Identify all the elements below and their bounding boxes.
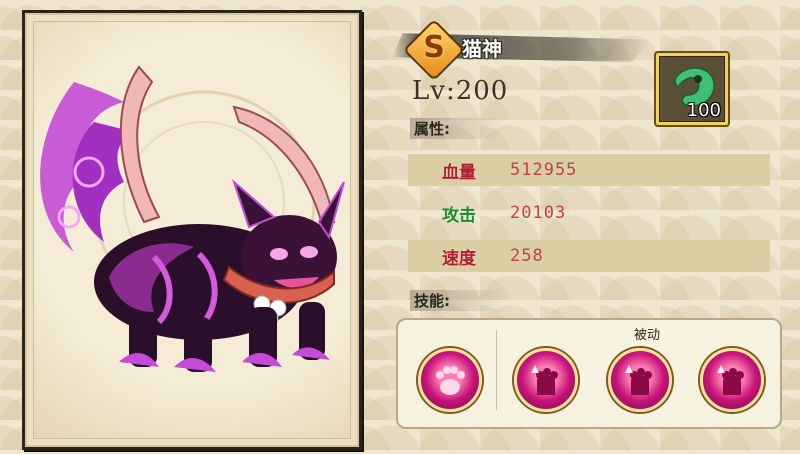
passive-skill-1-button[interactable] (514, 348, 578, 412)
paw-icon (436, 366, 465, 395)
stat-value: 258 (510, 246, 544, 266)
stat-row-hp: 血量 512955 (408, 154, 770, 186)
stat-row-speed: 速度 258 (408, 240, 770, 272)
passive-label: 被动 (634, 328, 661, 343)
stat-label: 攻击 (442, 205, 476, 226)
stat-value: 20103 (510, 203, 567, 223)
character-portrait-frame (22, 10, 362, 450)
level-text: Lv:200 (412, 76, 509, 106)
stat-label: 血量 (442, 162, 476, 183)
skill-panel: 被动 (396, 318, 782, 429)
cat-god-illustration (40, 65, 345, 372)
stat-row-attack: 攻击 20103 (408, 197, 770, 229)
active-skill-button[interactable] (418, 348, 482, 412)
skill-divider (496, 330, 497, 410)
claw-up-icon (717, 365, 744, 395)
item-slot[interactable]: 100 (654, 51, 730, 127)
attributes-title: 属性: (410, 118, 504, 139)
stat-value: 512955 (510, 160, 578, 180)
character-name: 猫神 (462, 37, 502, 61)
passive-skill-3-button[interactable] (700, 348, 764, 412)
stat-label: 速度 (442, 248, 476, 269)
claw-up-icon (531, 365, 558, 395)
rank-letter: S (423, 30, 445, 65)
passive-skill-2-button[interactable] (608, 348, 672, 412)
item-count: 100 (686, 100, 721, 121)
claw-up-icon (625, 365, 652, 395)
skills-title: 技能: (410, 290, 504, 311)
